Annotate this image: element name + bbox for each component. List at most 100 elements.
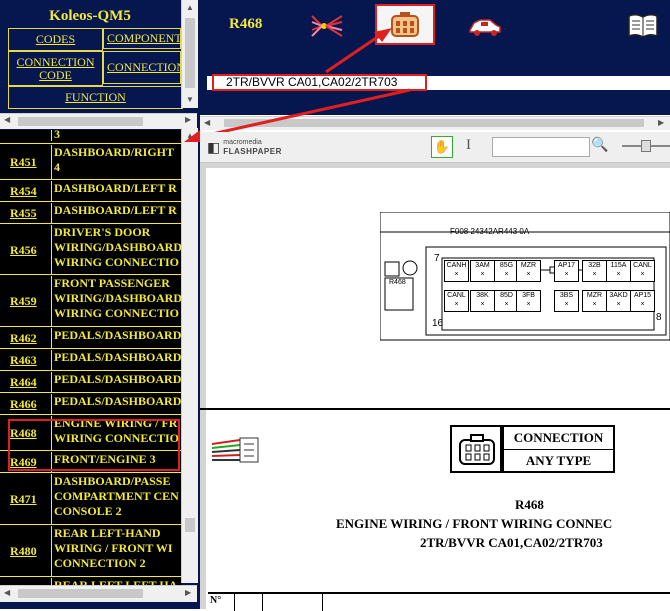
list-item-desc: PEDALS/DASHBOARD xyxy=(51,372,181,393)
pin-cell: 115A × xyxy=(606,260,631,282)
list-item[interactable]: REAR LEFT-LEFT HA xyxy=(0,576,181,585)
search-input[interactable] xyxy=(492,137,590,157)
pin-mark-icon: × xyxy=(454,301,459,308)
pin-label: 115A xyxy=(610,262,627,269)
list-item-desc-line: PEDALS/DASHBOARD xyxy=(54,328,181,342)
tab-components[interactable]: COMPONENTS xyxy=(103,28,181,49)
connection-type-icon-box xyxy=(450,425,502,473)
scroll-up-icon[interactable]: ▲ xyxy=(186,3,194,12)
search-icon[interactable]: 🔍 xyxy=(591,137,608,154)
pin-mark-icon: × xyxy=(504,301,509,308)
pin-mark-icon: × xyxy=(526,301,531,308)
pin-mark-icon: × xyxy=(592,301,597,308)
list-item[interactable]: R455 DASHBOARD/LEFT R xyxy=(0,201,181,224)
tab-codes[interactable]: CODES xyxy=(8,28,103,51)
pin-mark-icon: × xyxy=(454,271,459,278)
connection-type: ANY TYPE xyxy=(525,453,592,468)
tab-function[interactable]: FUNCTION xyxy=(8,86,183,109)
list-item[interactable]: R480 REAR LEFT-HAND WIRING / FRONT WI CONNE… xyxy=(0,524,181,577)
scroll-right-icon[interactable]: ▶ xyxy=(185,588,191,597)
pin-label: 38K xyxy=(476,292,489,299)
list-item[interactable]: R463 PEDALS/DASHBOARD xyxy=(0,348,181,371)
pin-cell: CANL × xyxy=(630,260,655,282)
list-item-desc-line: DRIVER'S DOOR xyxy=(54,225,151,239)
pin-label: MZR xyxy=(586,292,603,299)
flashpaper-logo: ◧ macromedia FLASHPAPER xyxy=(207,139,282,156)
list-item-desc-line: PEDALS/DASHBOARD xyxy=(54,372,181,386)
text-select-icon[interactable]: I xyxy=(466,137,471,154)
pin-label: 85D xyxy=(500,292,513,299)
tab-connections[interactable]: CONNECTIONS xyxy=(103,51,181,84)
pin-mark-icon: × xyxy=(564,271,569,278)
list-vertical-scrollbar[interactable]: ▲ xyxy=(181,128,198,583)
pin-mark-icon: × xyxy=(480,271,485,278)
list-item[interactable]: R462 PEDALS/DASHBOARD xyxy=(0,326,181,349)
pin-label: 3FB xyxy=(522,292,535,299)
list-item[interactable]: R459 FRONT PASSENGER WIRING/DASHBOARD WIRIN… xyxy=(0,274,181,327)
table-header-no: N° xyxy=(208,594,235,611)
list-item[interactable]: R471 DASHBOARD/PASSE COMPARTMENT CEN CONSOL… xyxy=(0,472,181,525)
list-item-desc-line: PEDALS/DASHBOARD xyxy=(54,350,181,364)
list-item-desc: DASHBOARD/LEFT R xyxy=(51,181,181,202)
pin-cell: AP17 × xyxy=(554,260,579,282)
pin-mark-icon: × xyxy=(564,301,569,308)
annotation-arrow xyxy=(325,28,392,74)
list-item-code[interactable]: R454 xyxy=(10,184,37,199)
list-item-code[interactable]: R471 xyxy=(10,492,37,507)
pin-mark-icon: × xyxy=(526,271,531,278)
list-item-desc-line: 4 xyxy=(54,160,60,174)
partial-item-desc: 3 xyxy=(51,130,181,141)
list-item-code[interactable]: R462 xyxy=(10,331,37,346)
list-item-code[interactable]: R451 xyxy=(10,155,37,170)
pin-label: 85G xyxy=(499,262,514,269)
list-horizontal-scrollbar[interactable]: ◀ ▶ xyxy=(0,585,197,602)
pin-cell: 3BS × xyxy=(554,290,579,312)
list-item-code[interactable]: R466 xyxy=(10,397,37,412)
pin-mark-icon: × xyxy=(480,301,485,308)
list-item-desc-line: PEDALS/DASHBOARD xyxy=(54,394,181,408)
list-item-code[interactable]: R463 xyxy=(10,353,37,368)
list-item[interactable]: R464 PEDALS/DASHBOARD xyxy=(0,370,181,393)
pin-mark-icon: × xyxy=(616,301,621,308)
pin-label: CANH xyxy=(446,262,467,269)
scroll-left-icon[interactable]: ◀ xyxy=(4,115,10,124)
scroll-thumb[interactable] xyxy=(18,589,143,598)
connector-shape-icon xyxy=(459,434,495,465)
doc-code: R468 xyxy=(515,497,544,512)
table-header-cell xyxy=(232,594,263,611)
list-item[interactable]: R451 DASHBOARD/RIGHT 4 xyxy=(0,143,181,180)
tab-connection-code[interactable]: CONNECTION CODE xyxy=(8,51,103,86)
scroll-thumb[interactable] xyxy=(18,117,143,126)
list-item-code[interactable]: R464 xyxy=(10,375,37,390)
list-item[interactable]: R454 DASHBOARD/LEFT R xyxy=(0,179,181,202)
zoom-slider-thumb[interactable] xyxy=(641,140,651,152)
hand-tool-icon[interactable]: ✋ xyxy=(431,136,453,158)
book-icon[interactable] xyxy=(627,12,659,38)
pin-mark-icon: × xyxy=(640,271,645,278)
scroll-thumb[interactable] xyxy=(185,518,195,532)
pin-mark-icon: × xyxy=(640,301,645,308)
scroll-right-icon[interactable]: ▶ xyxy=(658,118,664,127)
diagram-conn-label: R468 xyxy=(389,279,406,286)
list-item-desc: REAR LEFT-HAND WIRING / FRONT WI CONNECTIO… xyxy=(51,526,181,577)
car-icon[interactable] xyxy=(468,14,502,38)
pin-label: 3AKD xyxy=(609,292,628,299)
pin-last: 8 xyxy=(656,312,662,323)
list-item[interactable]: R466 PEDALS/DASHBOARD xyxy=(0,392,181,415)
nav-horizontal-scrollbar[interactable]: ◀ ▶ xyxy=(0,113,197,129)
list-item-desc: DRIVER'S DOOR WIRING/DASHBOARD WIRING CONN… xyxy=(51,225,181,275)
list-item[interactable]: R456 DRIVER'S DOOR WIRING/DASHBOARD WIRING … xyxy=(0,223,181,275)
scroll-left-icon[interactable]: ◀ xyxy=(4,588,10,597)
list-item-code[interactable]: R456 xyxy=(10,243,37,258)
list-item-desc-line: WIRING/DASHBOARD xyxy=(54,291,181,305)
list-item-code[interactable]: R480 xyxy=(10,544,37,559)
pin-label: CANL xyxy=(633,262,652,269)
list-item-desc-line: WIRING CONNECTIO xyxy=(54,306,180,320)
list-item-desc-line: DASHBOARD/PASSE xyxy=(54,474,171,488)
pin-cell: CANL × xyxy=(444,290,469,312)
scroll-thumb[interactable] xyxy=(185,18,195,88)
list-item-code[interactable]: R455 xyxy=(10,206,37,221)
list-item-code[interactable]: R459 xyxy=(10,294,37,309)
pin-label: 32B xyxy=(588,262,601,269)
vehicle-title: Koleos-QM5 xyxy=(49,8,131,24)
